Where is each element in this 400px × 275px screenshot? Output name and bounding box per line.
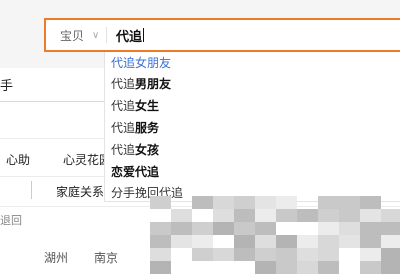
mosaic-cell [318,261,339,274]
divider [0,176,104,177]
search-scope-label: 宝贝 [60,28,85,43]
side-title: 手 [0,79,14,94]
mosaic-cell [381,209,400,222]
mosaic-cell [213,222,234,235]
mosaic-cell [276,196,297,209]
mosaic-cell [150,222,171,235]
suggestion-item[interactable]: 恋爱代追 [111,161,159,181]
mosaic-cell [360,196,381,209]
mosaic-cell [276,235,297,248]
mosaic-cell [234,222,255,235]
mosaic-cell [234,235,255,248]
mosaic-cell [381,248,400,261]
mosaic-cell [381,235,400,248]
mosaic-cell [171,235,192,248]
divider [31,181,32,199]
mosaic-cell [339,196,360,209]
mosaic-cell [318,209,339,222]
divider [0,138,104,139]
mosaic-cell [255,209,276,222]
mosaic-cell [339,209,360,222]
chevron-down-icon[interactable]: ∨ [92,20,99,50]
mosaic-cell [255,248,276,261]
mosaic-cell [255,196,276,209]
mosaic-cell [339,222,360,235]
mosaic-cell [381,222,400,235]
text-caret [143,28,145,42]
mosaic-cell [150,261,171,274]
mosaic-cell [297,209,318,222]
suggestion-item[interactable]: 代追 男朋友 [111,73,171,93]
suggestion-item[interactable]: 代追 女朋友 [111,52,171,72]
mosaic-cell [150,248,171,261]
mosaic-cell [360,222,381,235]
mosaic-cell [360,248,381,261]
divider [0,101,104,102]
search-query-text: 代追 [116,29,143,45]
mosaic-cell [318,235,339,248]
mosaic-cell [171,222,192,235]
category-link[interactable]: 心助 [6,151,30,168]
suggestion-item[interactable]: 代追 女生 [111,95,159,115]
mosaic-cell [255,261,276,274]
search-bar[interactable]: 宝贝 ∨ 代追 [44,18,400,52]
mosaic-cell [360,235,381,248]
mosaic-cell [192,196,213,209]
suggestion-item[interactable]: 代追 服务 [111,117,159,137]
mosaic-cell [276,209,297,222]
search-suggestions-dropdown: 代追 女朋友 代追 男朋友 代追 女生 代追 服务 代追 女孩 恋爱代追 分手挽回代追 [104,52,400,202]
mosaic-cell [318,248,339,261]
mosaic-cell [276,248,297,261]
mosaic-cell [192,235,213,248]
mosaic-cell [255,235,276,248]
mosaic-cell [192,248,213,261]
mosaic-cell [297,261,318,274]
search-input[interactable]: 代追 [116,20,145,50]
mosaic-cell [150,196,171,209]
mosaic-cell [381,261,400,274]
mosaic-cell [360,261,381,274]
mosaic-cell [297,235,318,248]
mosaic-cell [318,222,339,235]
mosaic-cell [297,248,318,261]
mosaic-cell [318,196,339,209]
mosaic-cell [213,209,234,222]
mosaic-cell [192,222,213,235]
city-label[interactable]: 南京 [94,249,118,266]
section-fragment: 退回 [0,214,22,227]
mosaic-cell [213,248,234,261]
city-label[interactable]: 湖州 [44,249,68,266]
mosaic-cell [339,235,360,248]
mosaic-cell [150,235,171,248]
mosaic-cell [360,209,381,222]
suggestion-item[interactable]: 代追 女孩 [111,139,159,159]
mosaic-cell [234,196,255,209]
mosaic-cell [171,209,192,222]
mosaic-cell [234,209,255,222]
mosaic-cell [213,196,234,209]
search-divider [106,27,107,43]
pixelated-redaction [150,196,400,275]
mosaic-cell [234,248,255,261]
mosaic-cell [255,222,276,235]
mosaic-cell [276,261,297,274]
